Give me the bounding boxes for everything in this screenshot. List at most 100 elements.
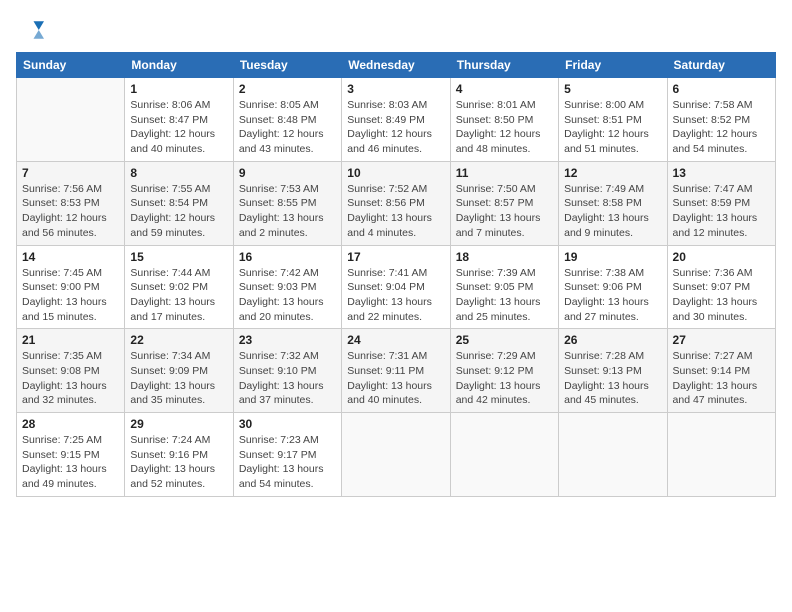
weekday-header-thursday: Thursday: [450, 53, 558, 78]
calendar-cell: 13 Sunrise: 7:47 AM Sunset: 8:59 PM Dayl…: [667, 161, 775, 245]
sunrise-text: Sunrise: 7:25 AM: [22, 434, 102, 446]
day-number: 18: [456, 250, 553, 264]
day-info: Sunrise: 7:25 AM Sunset: 9:15 PM Dayligh…: [22, 433, 119, 492]
day-info: Sunrise: 7:38 AM Sunset: 9:06 PM Dayligh…: [564, 266, 661, 325]
sunset-text: Sunset: 8:58 PM: [564, 197, 642, 209]
daylight-text: Daylight: 13 hours and 42 minutes.: [456, 380, 541, 407]
sunrise-text: Sunrise: 7:28 AM: [564, 350, 644, 362]
daylight-text: Daylight: 13 hours and 17 minutes.: [130, 296, 215, 323]
day-number: 26: [564, 333, 661, 347]
day-number: 29: [130, 417, 227, 431]
sunrise-text: Sunrise: 8:06 AM: [130, 99, 210, 111]
daylight-text: Daylight: 13 hours and 7 minutes.: [456, 212, 541, 239]
calendar-table: SundayMondayTuesdayWednesdayThursdayFrid…: [16, 52, 776, 497]
day-info: Sunrise: 7:35 AM Sunset: 9:08 PM Dayligh…: [22, 349, 119, 408]
daylight-text: Daylight: 13 hours and 49 minutes.: [22, 463, 107, 490]
sunrise-text: Sunrise: 7:23 AM: [239, 434, 319, 446]
sunset-text: Sunset: 9:00 PM: [22, 281, 100, 293]
calendar-cell: 30 Sunrise: 7:23 AM Sunset: 9:17 PM Dayl…: [233, 413, 341, 497]
calendar-week-row: 14 Sunrise: 7:45 AM Sunset: 9:00 PM Dayl…: [17, 245, 776, 329]
calendar-cell: 2 Sunrise: 8:05 AM Sunset: 8:48 PM Dayli…: [233, 78, 341, 162]
sunrise-text: Sunrise: 7:32 AM: [239, 350, 319, 362]
sunset-text: Sunset: 9:10 PM: [239, 365, 317, 377]
calendar-cell: 26 Sunrise: 7:28 AM Sunset: 9:13 PM Dayl…: [559, 329, 667, 413]
sunset-text: Sunset: 8:56 PM: [347, 197, 425, 209]
sunrise-text: Sunrise: 7:47 AM: [673, 183, 753, 195]
daylight-text: Daylight: 13 hours and 45 minutes.: [564, 380, 649, 407]
day-info: Sunrise: 7:47 AM Sunset: 8:59 PM Dayligh…: [673, 182, 770, 241]
calendar-cell: 15 Sunrise: 7:44 AM Sunset: 9:02 PM Dayl…: [125, 245, 233, 329]
calendar-cell: [342, 413, 450, 497]
daylight-text: Daylight: 13 hours and 27 minutes.: [564, 296, 649, 323]
sunrise-text: Sunrise: 8:03 AM: [347, 99, 427, 111]
sunrise-text: Sunrise: 7:56 AM: [22, 183, 102, 195]
day-info: Sunrise: 8:06 AM Sunset: 8:47 PM Dayligh…: [130, 98, 227, 157]
day-number: 10: [347, 166, 444, 180]
sunset-text: Sunset: 9:04 PM: [347, 281, 425, 293]
day-number: 14: [22, 250, 119, 264]
calendar-cell: [450, 413, 558, 497]
day-info: Sunrise: 8:03 AM Sunset: 8:49 PM Dayligh…: [347, 98, 444, 157]
sunrise-text: Sunrise: 7:55 AM: [130, 183, 210, 195]
day-info: Sunrise: 7:52 AM Sunset: 8:56 PM Dayligh…: [347, 182, 444, 241]
sunset-text: Sunset: 9:17 PM: [239, 449, 317, 461]
sunrise-text: Sunrise: 7:35 AM: [22, 350, 102, 362]
day-number: 15: [130, 250, 227, 264]
sunset-text: Sunset: 8:57 PM: [456, 197, 534, 209]
calendar-cell: 28 Sunrise: 7:25 AM Sunset: 9:15 PM Dayl…: [17, 413, 125, 497]
day-info: Sunrise: 8:00 AM Sunset: 8:51 PM Dayligh…: [564, 98, 661, 157]
day-number: 22: [130, 333, 227, 347]
sunset-text: Sunset: 9:06 PM: [564, 281, 642, 293]
daylight-text: Daylight: 13 hours and 40 minutes.: [347, 380, 432, 407]
weekday-header-sunday: Sunday: [17, 53, 125, 78]
day-number: 27: [673, 333, 770, 347]
calendar-cell: 16 Sunrise: 7:42 AM Sunset: 9:03 PM Dayl…: [233, 245, 341, 329]
logo: [16, 16, 48, 44]
day-number: 11: [456, 166, 553, 180]
day-info: Sunrise: 7:27 AM Sunset: 9:14 PM Dayligh…: [673, 349, 770, 408]
day-number: 6: [673, 82, 770, 96]
day-number: 30: [239, 417, 336, 431]
day-info: Sunrise: 7:56 AM Sunset: 8:53 PM Dayligh…: [22, 182, 119, 241]
weekday-header-saturday: Saturday: [667, 53, 775, 78]
day-number: 1: [130, 82, 227, 96]
sunrise-text: Sunrise: 8:00 AM: [564, 99, 644, 111]
sunset-text: Sunset: 8:47 PM: [130, 114, 208, 126]
day-info: Sunrise: 7:28 AM Sunset: 9:13 PM Dayligh…: [564, 349, 661, 408]
day-info: Sunrise: 7:34 AM Sunset: 9:09 PM Dayligh…: [130, 349, 227, 408]
day-number: 3: [347, 82, 444, 96]
sunrise-text: Sunrise: 7:34 AM: [130, 350, 210, 362]
day-number: 9: [239, 166, 336, 180]
day-info: Sunrise: 7:29 AM Sunset: 9:12 PM Dayligh…: [456, 349, 553, 408]
sunrise-text: Sunrise: 7:29 AM: [456, 350, 536, 362]
sunset-text: Sunset: 8:49 PM: [347, 114, 425, 126]
calendar-cell: 24 Sunrise: 7:31 AM Sunset: 9:11 PM Dayl…: [342, 329, 450, 413]
sunrise-text: Sunrise: 7:42 AM: [239, 267, 319, 279]
calendar-cell: 8 Sunrise: 7:55 AM Sunset: 8:54 PM Dayli…: [125, 161, 233, 245]
sunrise-text: Sunrise: 8:01 AM: [456, 99, 536, 111]
day-number: 4: [456, 82, 553, 96]
daylight-text: Daylight: 12 hours and 43 minutes.: [239, 128, 324, 155]
daylight-text: Daylight: 13 hours and 20 minutes.: [239, 296, 324, 323]
day-info: Sunrise: 7:53 AM Sunset: 8:55 PM Dayligh…: [239, 182, 336, 241]
calendar-cell: [559, 413, 667, 497]
day-info: Sunrise: 8:05 AM Sunset: 8:48 PM Dayligh…: [239, 98, 336, 157]
calendar-cell: 7 Sunrise: 7:56 AM Sunset: 8:53 PM Dayli…: [17, 161, 125, 245]
daylight-text: Daylight: 12 hours and 48 minutes.: [456, 128, 541, 155]
sunrise-text: Sunrise: 7:39 AM: [456, 267, 536, 279]
sunrise-text: Sunrise: 7:27 AM: [673, 350, 753, 362]
daylight-text: Daylight: 12 hours and 54 minutes.: [673, 128, 758, 155]
calendar-cell: 14 Sunrise: 7:45 AM Sunset: 9:00 PM Dayl…: [17, 245, 125, 329]
day-number: 20: [673, 250, 770, 264]
logo-icon: [16, 16, 44, 44]
calendar-cell: 18 Sunrise: 7:39 AM Sunset: 9:05 PM Dayl…: [450, 245, 558, 329]
calendar-cell: 19 Sunrise: 7:38 AM Sunset: 9:06 PM Dayl…: [559, 245, 667, 329]
sunrise-text: Sunrise: 7:36 AM: [673, 267, 753, 279]
day-number: 17: [347, 250, 444, 264]
calendar-cell: 10 Sunrise: 7:52 AM Sunset: 8:56 PM Dayl…: [342, 161, 450, 245]
sunset-text: Sunset: 9:08 PM: [22, 365, 100, 377]
calendar-week-row: 28 Sunrise: 7:25 AM Sunset: 9:15 PM Dayl…: [17, 413, 776, 497]
calendar-cell: 9 Sunrise: 7:53 AM Sunset: 8:55 PM Dayli…: [233, 161, 341, 245]
sunrise-text: Sunrise: 7:38 AM: [564, 267, 644, 279]
calendar-cell: 25 Sunrise: 7:29 AM Sunset: 9:12 PM Dayl…: [450, 329, 558, 413]
